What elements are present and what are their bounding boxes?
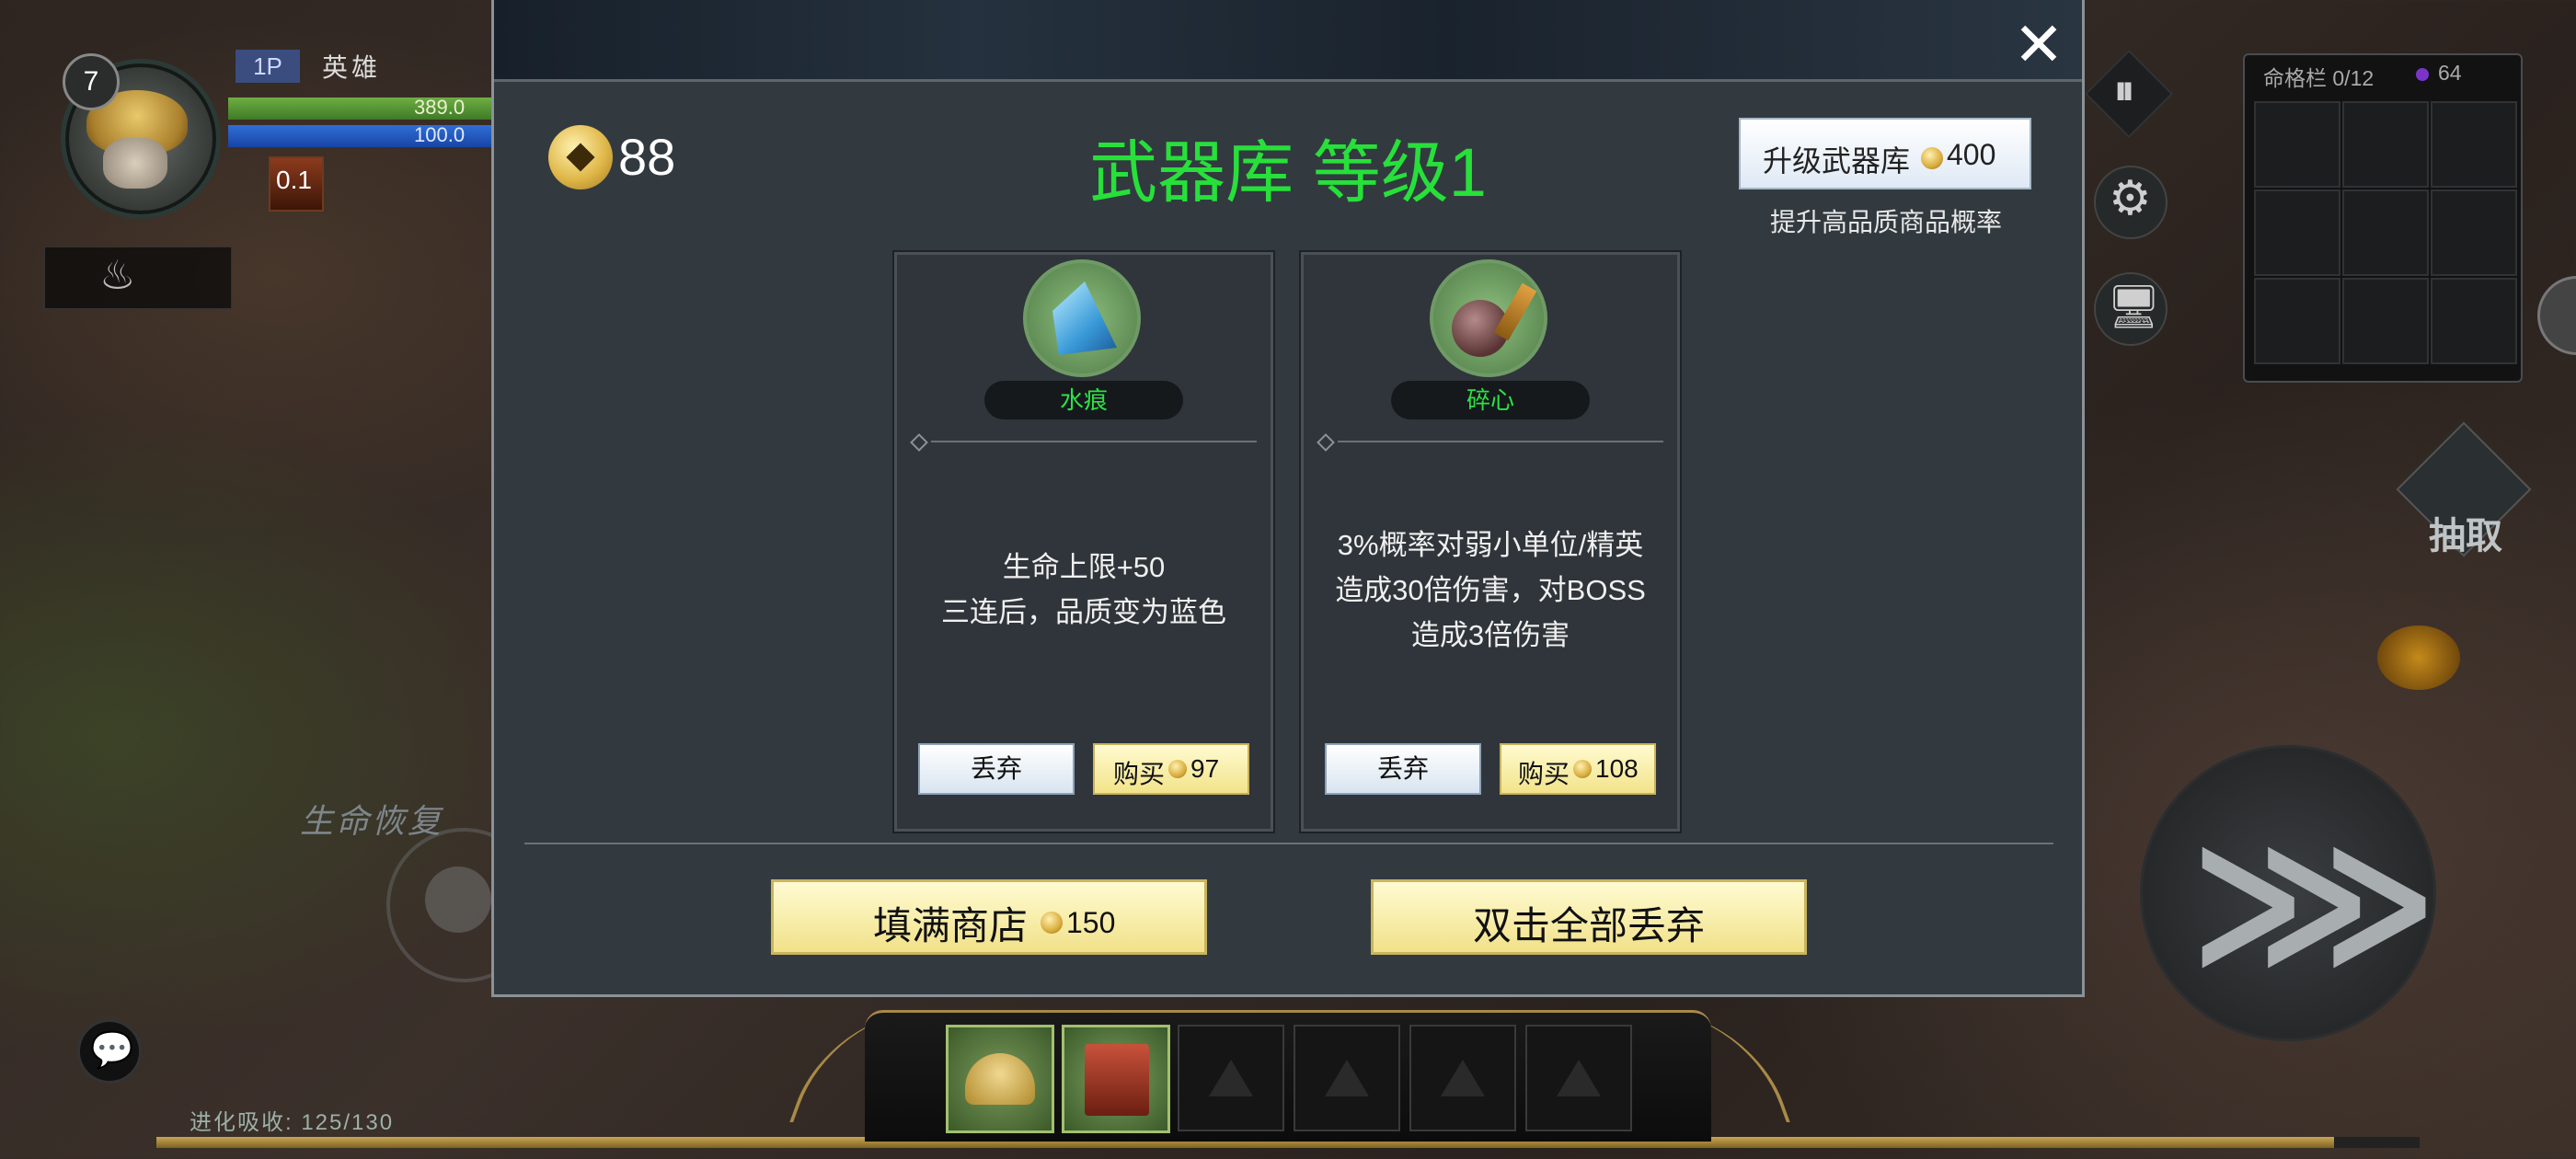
upgrade-cost: 400 <box>1947 138 1996 171</box>
discard-all-label: 双击全部丢弃 <box>1472 904 1705 947</box>
buff-value: 0.1 <box>276 166 312 194</box>
water-crystal-icon <box>1023 259 1141 377</box>
discard-button[interactable]: 丢弃 <box>1325 743 1481 795</box>
fate-slot[interactable] <box>2431 101 2517 188</box>
coin-count: 88 <box>618 128 676 186</box>
beetle-enemy <box>2377 625 2460 690</box>
joystick-knob[interactable] <box>425 866 491 933</box>
fate-slot[interactable] <box>2431 278 2517 364</box>
armory-title: 武器库 等级1 <box>1089 134 1487 211</box>
coin-icon <box>1573 760 1592 778</box>
empty-slot-icon <box>1557 1060 1601 1096</box>
empty-slot-icon <box>1441 1060 1485 1096</box>
fate-slot[interactable] <box>2254 278 2340 364</box>
skill-slot[interactable] <box>44 247 232 309</box>
gear-icon: ⚙ <box>2109 172 2152 225</box>
fill-shop-cost: 150 <box>1066 906 1116 939</box>
fate-panel-title: 命格栏 0/12 <box>2263 66 2375 90</box>
discard-all-button[interactable]: 双击全部丢弃 <box>1371 879 1807 955</box>
close-button[interactable]: ✕ <box>2011 14 2066 75</box>
fate-slot[interactable] <box>2342 189 2429 276</box>
coin-icon <box>1041 912 1063 934</box>
dialog-divider <box>524 843 2053 844</box>
item-price: 97 <box>1190 754 1220 783</box>
armory-dialog-header <box>494 0 2082 82</box>
item-slot-3[interactable] <box>1178 1025 1284 1131</box>
fate-slot[interactable] <box>2342 278 2429 364</box>
fate-slot[interactable] <box>2342 101 2429 188</box>
upgrade-hint: 提升高品质商品概率 <box>1769 208 2002 236</box>
gem-count: 64 <box>2438 61 2462 85</box>
fate-slot[interactable] <box>2431 189 2517 276</box>
coin-icon <box>1921 147 1943 169</box>
item-slot-1[interactable] <box>946 1025 1054 1133</box>
upgrade-armory-label: 升级武器库 <box>1763 144 1911 178</box>
item-description: 3%概率对弱小单位/精英 造成30倍伤害，对BOSS 造成3倍伤害 <box>1310 522 1671 658</box>
item-effect-line: 三连后，品质变为蓝色 <box>941 596 1226 628</box>
fill-shop-button[interactable]: 填满商店 150 <box>771 879 1207 955</box>
side-toggle-button[interactable] <box>2537 276 2576 355</box>
pause-icon: ⏸ <box>2114 68 2134 113</box>
goggle-helmet-icon <box>965 1053 1035 1105</box>
item-price: 108 <box>1595 754 1639 783</box>
draw-card-label: 抽取 <box>2429 516 2502 557</box>
item-slot-4[interactable] <box>1294 1025 1400 1131</box>
coin-icon <box>548 125 613 189</box>
buy-label: 购买 <box>1518 760 1570 788</box>
player-level-badge: 7 <box>63 53 120 110</box>
item-name: 碎心 <box>1391 381 1590 419</box>
fate-slot[interactable] <box>2254 101 2340 188</box>
card-divider <box>931 441 1257 442</box>
purple-gem-icon <box>2416 68 2429 81</box>
player-tag: 1P <box>236 50 300 83</box>
evolution-counter: 进化吸收: 125/130 <box>190 1110 395 1135</box>
avatar-face <box>103 138 167 189</box>
buy-label: 购买 <box>1113 760 1166 788</box>
hp-value: 389.0 <box>414 96 466 119</box>
item-effect-line: 3%概率对弱小单位/精英 <box>1337 529 1644 561</box>
item-slot-2[interactable] <box>1062 1025 1170 1133</box>
crystal-shape <box>1052 281 1117 355</box>
item-description: 生命上限+50 三连后，品质变为蓝色 <box>903 545 1264 635</box>
player-name: 英雄 <box>322 53 382 82</box>
discard-button[interactable]: 丢弃 <box>918 743 1075 795</box>
chat-icon: 💬 <box>90 1031 134 1070</box>
coin-icon <box>1168 760 1187 778</box>
spiked-mace-icon <box>1430 259 1547 377</box>
skill-icon: ♨ <box>99 253 136 298</box>
empty-slot-icon <box>1209 1060 1253 1096</box>
item-slot-6[interactable] <box>1525 1025 1632 1131</box>
item-slot-5[interactable] <box>1409 1025 1516 1131</box>
red-book-icon <box>1085 1044 1149 1116</box>
coin-hole <box>566 143 595 172</box>
winged-boot-icon: ⋙ <box>2190 805 2439 1000</box>
buy-button[interactable]: 购买 97 <box>1093 743 1249 795</box>
item-effect-line: 生命上限+50 <box>1002 551 1166 583</box>
fate-slot[interactable] <box>2254 189 2340 276</box>
card-divider <box>1338 441 1663 442</box>
mp-value: 100.0 <box>414 123 466 146</box>
empty-slot-icon <box>1325 1060 1369 1096</box>
regen-label: 生命恢复 <box>300 802 444 840</box>
item-effect-line: 造成3倍伤害 <box>1410 619 1570 651</box>
buy-button[interactable]: 购买 108 <box>1500 743 1656 795</box>
item-effect-line: 造成30倍伤害，对BOSS <box>1335 574 1646 606</box>
item-name: 水痕 <box>984 381 1183 419</box>
monitor-icon: 🖥 <box>2107 282 2161 330</box>
fill-shop-label: 填满商店 <box>873 904 1029 947</box>
